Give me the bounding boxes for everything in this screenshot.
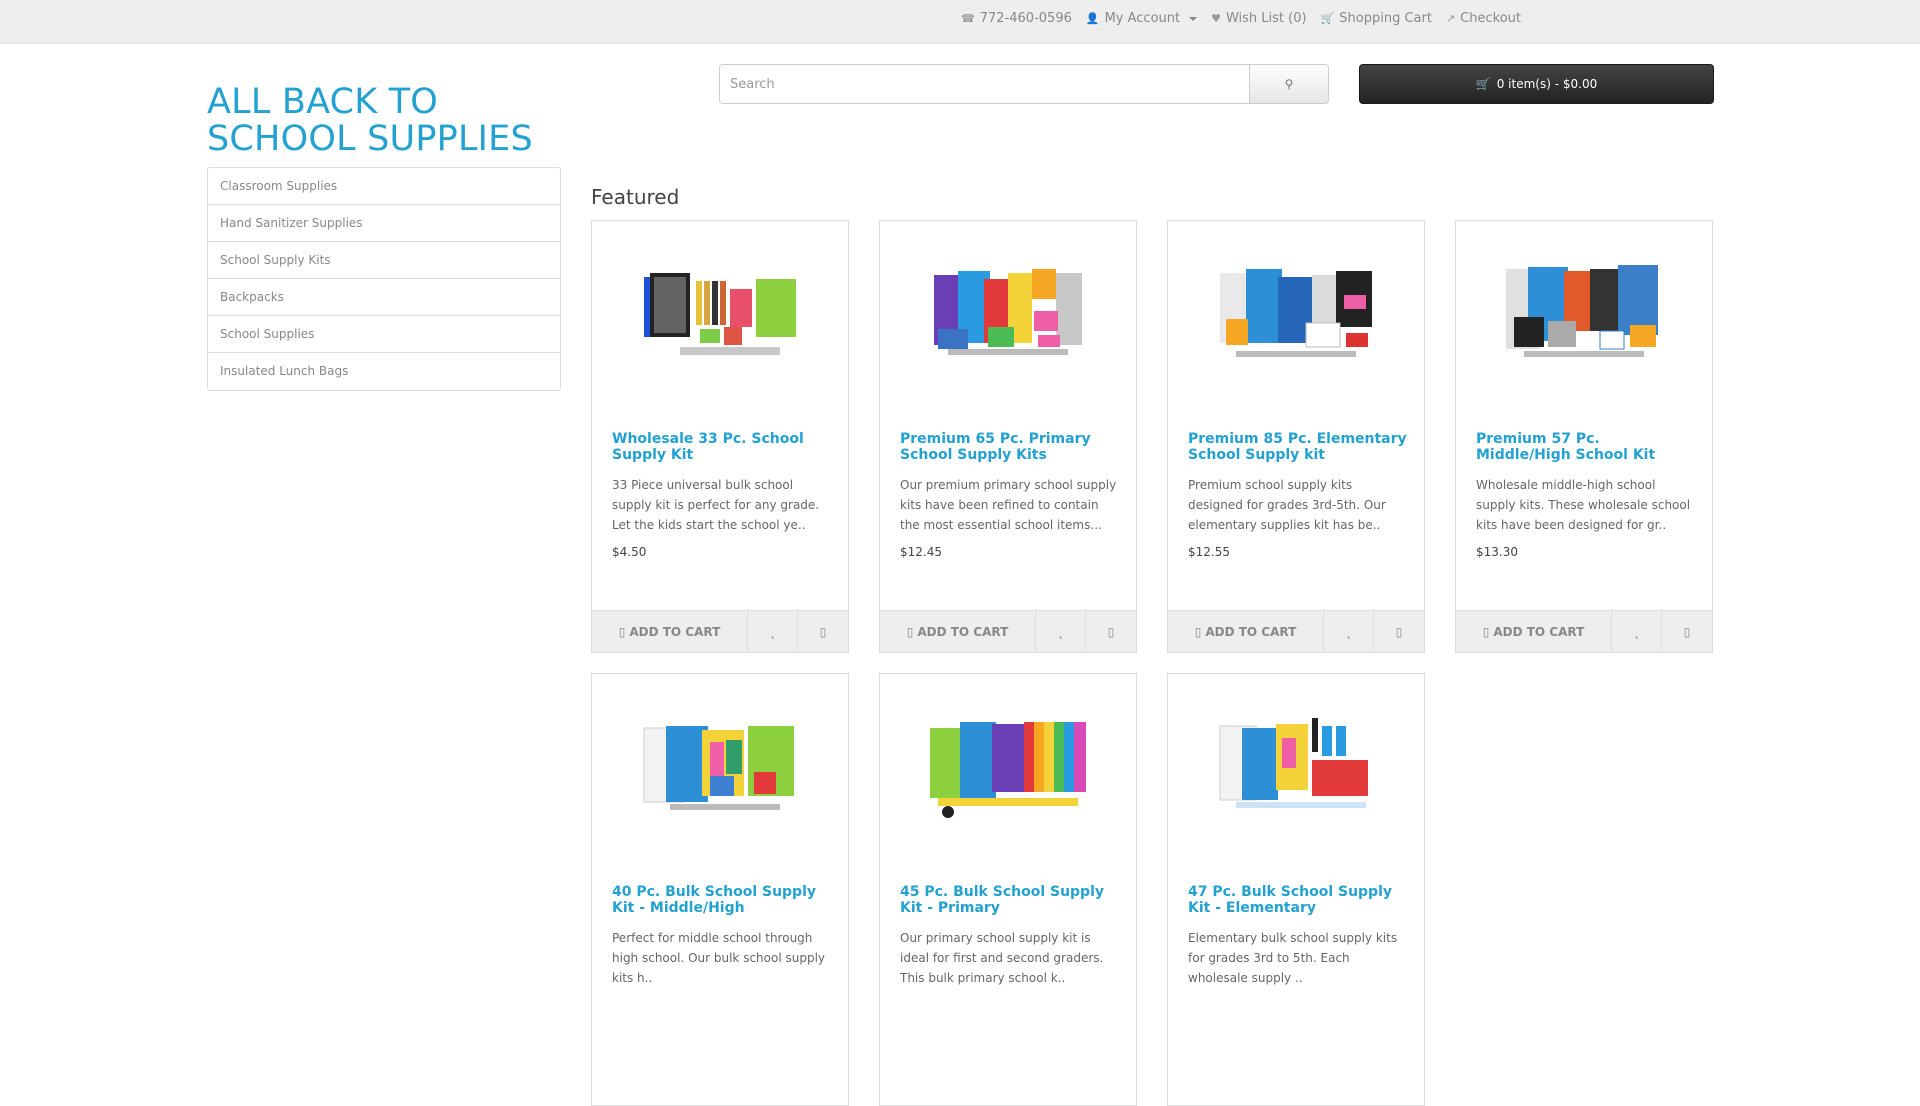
heart-icon: ˛ xyxy=(1633,624,1640,639)
add-to-cart-label: ADD TO CART xyxy=(917,624,1009,639)
product-card: Premium 57 Pc. Middle/High School Kit Wh… xyxy=(1455,220,1713,653)
product-description: Wholesale middle-high school supply kits… xyxy=(1476,478,1691,532)
category-list: Classroom Supplies Hand Sanitizer Suppli… xyxy=(207,167,561,391)
product-card: 45 Pc. Bulk School Supply Kit - Primary … xyxy=(879,673,1137,1106)
product-name[interactable]: Wholesale 33 Pc. School Supply Kit xyxy=(612,431,832,463)
product-name[interactable]: Premium 65 Pc. Primary School Supply Kit… xyxy=(900,431,1120,463)
product-price: $12.55 xyxy=(1188,545,1230,559)
shopping-cart-link[interactable]: 🛒 Shopping Cart xyxy=(1321,11,1432,26)
product-image[interactable] xyxy=(1504,259,1666,379)
category-item[interactable]: Hand Sanitizer Supplies xyxy=(208,205,560,242)
category-item[interactable]: Classroom Supplies xyxy=(208,168,560,205)
cart-button[interactable]: 🛒 0 item(s) - $0.00 xyxy=(1359,64,1714,104)
category-item[interactable]: Insulated Lunch Bags xyxy=(208,353,560,390)
heart-icon: ♥ xyxy=(1211,12,1221,25)
product-card: 47 Pc. Bulk School Supply Kit - Elementa… xyxy=(1167,673,1425,1106)
compare-button[interactable]: ▯ xyxy=(1374,611,1424,652)
exchange-icon: ▯ xyxy=(1683,624,1691,639)
phone-link[interactable]: ☎ 772-460-0596 xyxy=(961,11,1072,26)
add-to-wishlist-button[interactable]: ˛ xyxy=(748,611,798,652)
search-button[interactable]: ⚲ xyxy=(1249,65,1328,103)
exchange-icon: ▯ xyxy=(819,624,827,639)
exchange-icon: ▯ xyxy=(1395,624,1403,639)
add-to-cart-button[interactable]: ▯ ADD TO CART xyxy=(592,611,748,652)
search-icon: ⚲ xyxy=(1284,77,1294,91)
phone-number: 772-460-0596 xyxy=(979,11,1072,26)
product-image[interactable] xyxy=(928,259,1090,379)
product-name[interactable]: Premium 85 Pc. Elementary School Supply … xyxy=(1188,431,1408,463)
product-description: Our primary school supply kit is ideal f… xyxy=(900,931,1104,985)
add-to-wishlist-button[interactable]: ˛ xyxy=(1612,611,1662,652)
product-actions: ▯ ADD TO CART ˛ ▯ xyxy=(592,610,848,652)
cart-icon: ▯ xyxy=(1482,624,1490,639)
heart-icon: ˛ xyxy=(1057,624,1064,639)
product-image[interactable] xyxy=(640,259,802,379)
add-to-cart-label: ADD TO CART xyxy=(629,624,721,639)
product-actions: ▯ ADD TO CART ˛ ▯ xyxy=(1456,610,1712,652)
category-item[interactable]: Backpacks xyxy=(208,279,560,316)
cart-icon: ▯ xyxy=(618,624,626,639)
wish-list-label: Wish List (0) xyxy=(1225,11,1307,26)
featured-heading: Featured xyxy=(591,185,680,209)
shopping-cart-label: Shopping Cart xyxy=(1339,11,1432,26)
add-to-cart-label: ADD TO CART xyxy=(1205,624,1297,639)
add-to-cart-button[interactable]: ▯ ADD TO CART xyxy=(880,611,1036,652)
checkout-link[interactable]: ↗ Checkout xyxy=(1446,11,1521,26)
search-bar: ⚲ xyxy=(719,64,1329,104)
cart-summary: 0 item(s) - $0.00 xyxy=(1496,77,1598,91)
compare-button[interactable]: ▯ xyxy=(798,611,848,652)
product-image[interactable] xyxy=(1216,259,1378,379)
product-actions: ▯ ADD TO CART ˛ ▯ xyxy=(1168,610,1424,652)
caret-down-icon xyxy=(1189,16,1198,21)
product-name[interactable]: Premium 57 Pc. Middle/High School Kit xyxy=(1476,431,1696,463)
add-to-wishlist-button[interactable]: ˛ xyxy=(1324,611,1374,652)
compare-button[interactable]: ▯ xyxy=(1086,611,1136,652)
category-item[interactable]: School Supplies xyxy=(208,316,560,353)
product-description: Our premium primary school supply kits h… xyxy=(900,478,1117,532)
share-icon: ↗ xyxy=(1445,12,1456,25)
product-card: Wholesale 33 Pc. School Supply Kit 33 Pi… xyxy=(591,220,849,653)
product-card: Premium 85 Pc. Elementary School Supply … xyxy=(1167,220,1425,653)
top-bar: ☎ 772-460-0596 👤 My Account ♥ Wish List … xyxy=(0,0,1920,44)
search-input[interactable] xyxy=(720,65,1249,103)
checkout-label: Checkout xyxy=(1460,11,1521,26)
add-to-wishlist-button[interactable]: ˛ xyxy=(1036,611,1086,652)
site-logo[interactable]: ALL BACK TO SCHOOL SUPPLIES xyxy=(207,84,587,158)
product-description: Premium school supply kits designed for … xyxy=(1188,478,1386,532)
product-image[interactable] xyxy=(928,712,1090,832)
product-card: Premium 65 Pc. Primary School Supply Kit… xyxy=(879,220,1137,653)
exchange-icon: ▯ xyxy=(1107,624,1115,639)
product-name[interactable]: 45 Pc. Bulk School Supply Kit - Primary xyxy=(900,884,1120,916)
product-description: Perfect for middle school through high s… xyxy=(612,931,826,985)
product-actions: ▯ ADD TO CART ˛ ▯ xyxy=(880,610,1136,652)
my-account-dropdown[interactable]: 👤 My Account xyxy=(1085,11,1198,26)
product-description: Elementary bulk school supply kits for g… xyxy=(1188,931,1398,985)
user-icon: 👤 xyxy=(1085,12,1100,25)
cart-icon: 🛒 xyxy=(1475,77,1491,91)
add-to-cart-label: ADD TO CART xyxy=(1493,624,1585,639)
add-to-cart-button[interactable]: ▯ ADD TO CART xyxy=(1168,611,1324,652)
category-item[interactable]: School Supply Kits xyxy=(208,242,560,279)
product-image[interactable] xyxy=(1216,712,1378,832)
phone-icon: ☎ xyxy=(961,12,975,25)
add-to-cart-button[interactable]: ▯ ADD TO CART xyxy=(1456,611,1612,652)
cart-icon: ▯ xyxy=(1194,624,1202,639)
cart-icon: ▯ xyxy=(906,624,914,639)
top-links: ☎ 772-460-0596 👤 My Account ♥ Wish List … xyxy=(961,11,1521,26)
product-image[interactable] xyxy=(640,712,802,832)
shopping-cart-icon: 🛒 xyxy=(1320,12,1335,25)
wish-list-link[interactable]: ♥ Wish List (0) xyxy=(1211,11,1306,26)
compare-button[interactable]: ▯ xyxy=(1662,611,1712,652)
product-description: 33 Piece universal bulk school supply ki… xyxy=(612,478,820,532)
product-name[interactable]: 40 Pc. Bulk School Supply Kit - Middle/H… xyxy=(612,884,832,916)
heart-icon: ˛ xyxy=(769,624,776,639)
heart-icon: ˛ xyxy=(1345,624,1352,639)
product-price: $4.50 xyxy=(612,545,647,559)
product-price: $12.45 xyxy=(900,545,942,559)
product-name[interactable]: 47 Pc. Bulk School Supply Kit - Elementa… xyxy=(1188,884,1408,916)
my-account-label: My Account xyxy=(1104,11,1181,26)
product-card: 40 Pc. Bulk School Supply Kit - Middle/H… xyxy=(591,673,849,1106)
product-price: $13.30 xyxy=(1476,545,1518,559)
